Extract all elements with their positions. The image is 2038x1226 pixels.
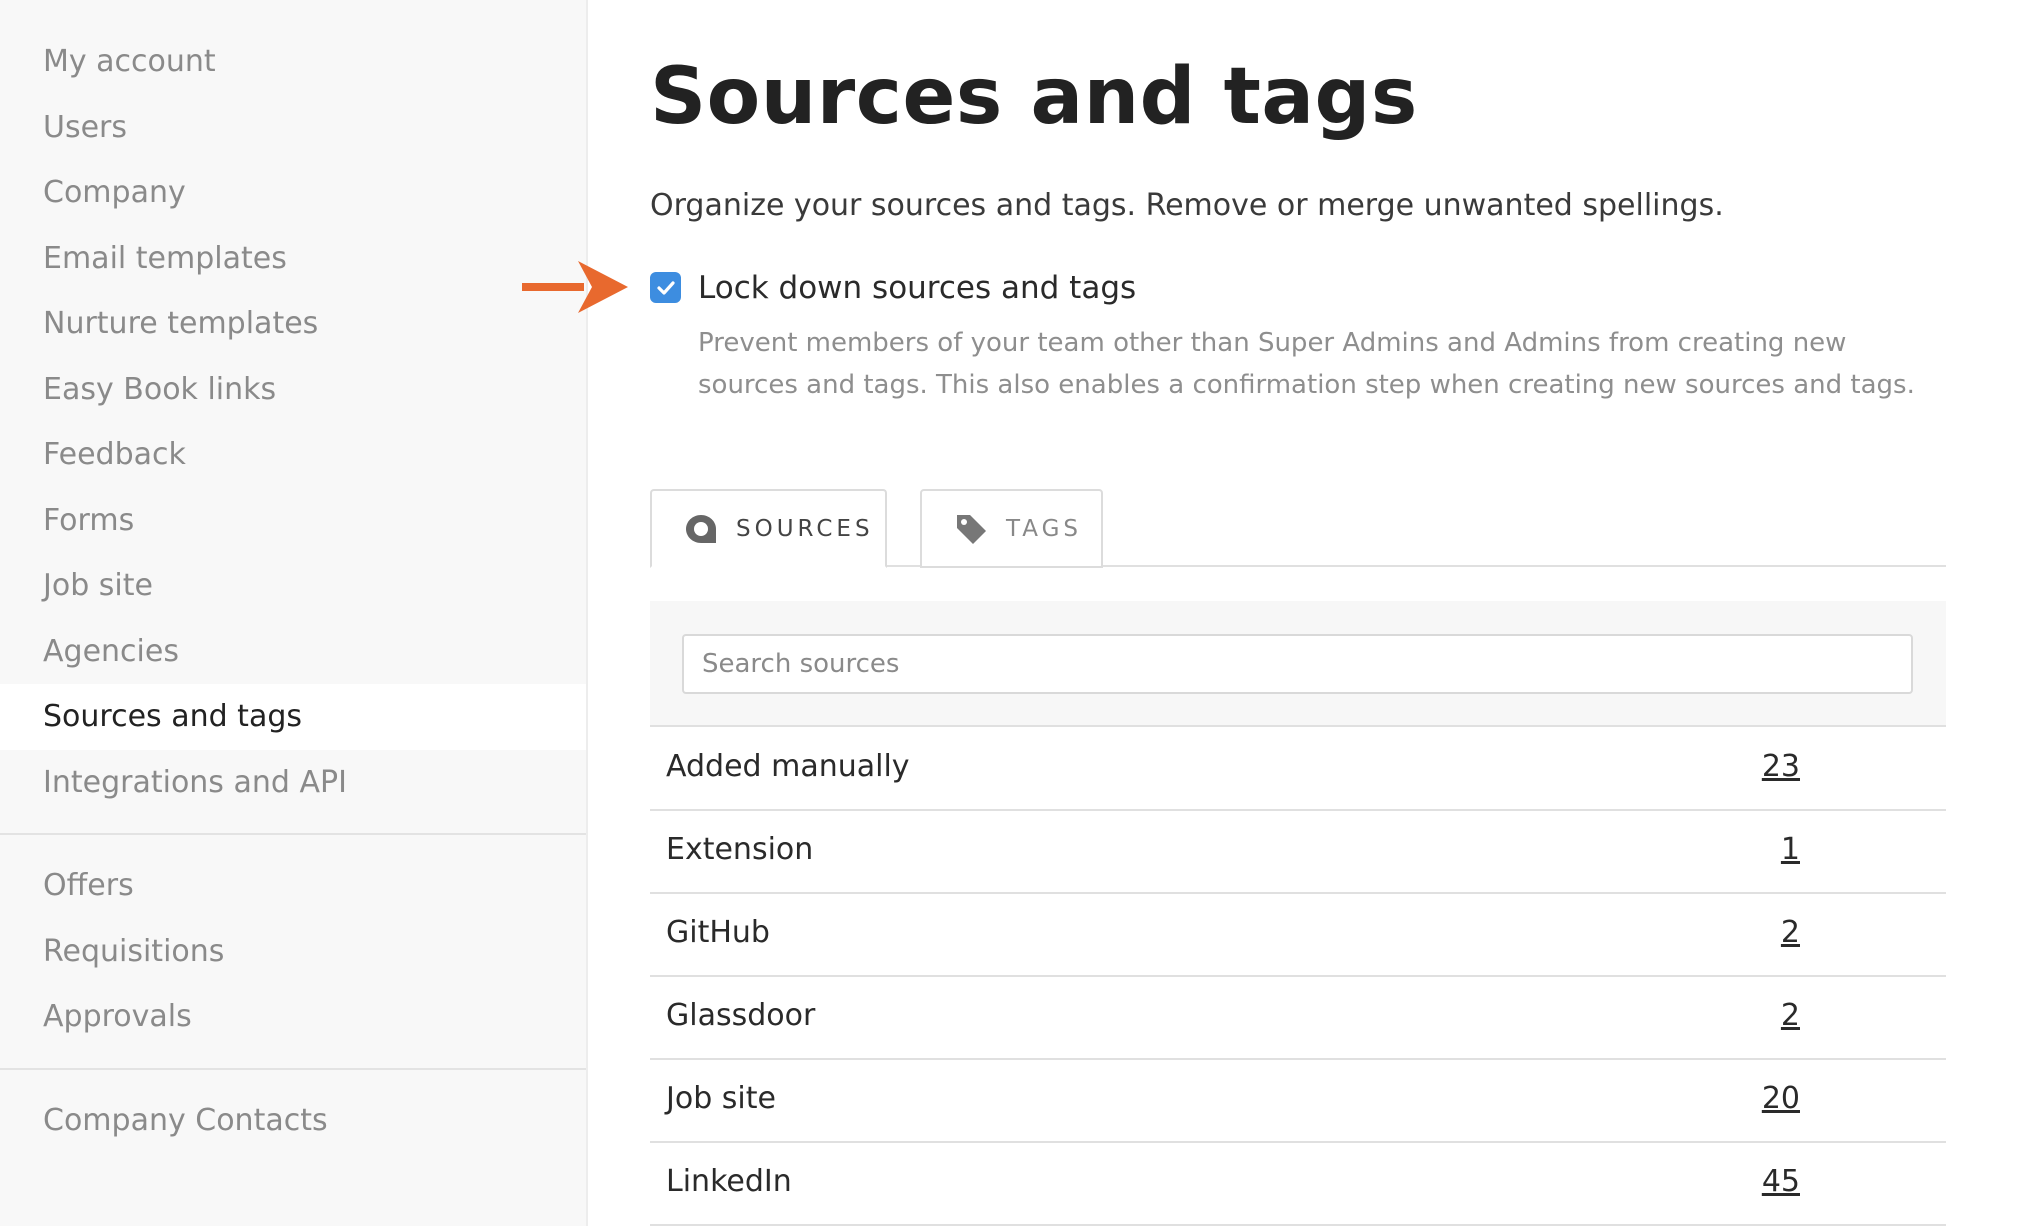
list-item: LinkedIn 45 bbox=[650, 1143, 1946, 1226]
list-item: Added manually 23 bbox=[650, 728, 1946, 811]
source-name: Extension bbox=[666, 832, 814, 867]
lock-down-label[interactable]: Lock down sources and tags bbox=[698, 270, 1136, 306]
page-subtitle: Organize your sources and tags. Remove o… bbox=[650, 188, 1724, 223]
sidebar-item-users[interactable]: Users bbox=[0, 95, 586, 161]
lock-down-checkbox[interactable] bbox=[650, 272, 681, 303]
sidebar-item-my-account[interactable]: My account bbox=[0, 29, 586, 95]
sidebar-group-contacts: Company Contacts bbox=[0, 1088, 586, 1154]
sidebar-item-company-contacts[interactable]: Company Contacts bbox=[0, 1088, 586, 1154]
sidebar-item-company[interactable]: Company bbox=[0, 160, 586, 226]
settings-sidebar: My account Users Company Email templates… bbox=[0, 0, 588, 1226]
tab-sources-label: SOURCES bbox=[736, 515, 874, 542]
list-item: Extension 1 bbox=[650, 811, 1946, 894]
source-count-link[interactable]: 20 bbox=[1762, 1081, 1800, 1116]
sidebar-item-email-templates[interactable]: Email templates bbox=[0, 226, 586, 292]
source-name: Job site bbox=[666, 1081, 776, 1116]
sidebar-item-job-site[interactable]: Job site bbox=[0, 553, 586, 619]
source-count-link[interactable]: 45 bbox=[1762, 1164, 1800, 1199]
tab-sources[interactable]: SOURCES bbox=[650, 489, 887, 568]
sources-list: Added manually 23 Extension 1 GitHub 2 G… bbox=[650, 728, 1946, 1226]
chat-bubble-icon bbox=[686, 514, 716, 543]
source-name: GitHub bbox=[666, 915, 770, 950]
sidebar-item-nurture-templates[interactable]: Nurture templates bbox=[0, 291, 586, 357]
checkmark-icon bbox=[656, 280, 675, 295]
list-item: Job site 20 bbox=[650, 1060, 1946, 1143]
list-item: GitHub 2 bbox=[650, 894, 1946, 977]
sidebar-item-agencies[interactable]: Agencies bbox=[0, 619, 586, 685]
sidebar-item-forms[interactable]: Forms bbox=[0, 488, 586, 554]
search-panel bbox=[650, 601, 1946, 727]
sidebar-item-requisitions[interactable]: Requisitions bbox=[0, 919, 586, 985]
sidebar-item-offers[interactable]: Offers bbox=[0, 853, 586, 919]
source-name: LinkedIn bbox=[666, 1164, 792, 1199]
tab-tags-label: TAGS bbox=[1006, 515, 1083, 542]
list-item: Glassdoor 2 bbox=[650, 977, 1946, 1060]
sidebar-item-easy-book-links[interactable]: Easy Book links bbox=[0, 357, 586, 423]
source-count-link[interactable]: 1 bbox=[1781, 832, 1800, 867]
sources-tags-tabs: SOURCES TAGS bbox=[650, 489, 1946, 568]
sidebar-item-feedback[interactable]: Feedback bbox=[0, 422, 586, 488]
sidebar-item-sources-and-tags[interactable]: Sources and tags bbox=[0, 684, 586, 750]
source-count-link[interactable]: 2 bbox=[1781, 915, 1800, 950]
sidebar-divider bbox=[0, 833, 586, 835]
sidebar-group-general: My account Users Company Email templates… bbox=[0, 0, 586, 815]
sidebar-group-approvals: Offers Requisitions Approvals bbox=[0, 853, 586, 1050]
annotation-arrow-icon bbox=[522, 261, 628, 313]
tag-icon bbox=[957, 514, 986, 544]
source-count-link[interactable]: 2 bbox=[1781, 998, 1800, 1033]
sidebar-item-integrations-and-api[interactable]: Integrations and API bbox=[0, 750, 586, 816]
source-count-link[interactable]: 23 bbox=[1762, 749, 1800, 784]
search-sources-input[interactable] bbox=[682, 634, 1913, 694]
source-name: Added manually bbox=[666, 749, 910, 784]
page-title: Sources and tags bbox=[650, 52, 1418, 142]
tab-tags[interactable]: TAGS bbox=[920, 489, 1103, 568]
sidebar-item-approvals[interactable]: Approvals bbox=[0, 984, 586, 1050]
sidebar-divider bbox=[0, 1067, 586, 1070]
source-name: Glassdoor bbox=[666, 998, 816, 1033]
lock-down-description: Prevent members of your team other than … bbox=[698, 328, 1915, 400]
